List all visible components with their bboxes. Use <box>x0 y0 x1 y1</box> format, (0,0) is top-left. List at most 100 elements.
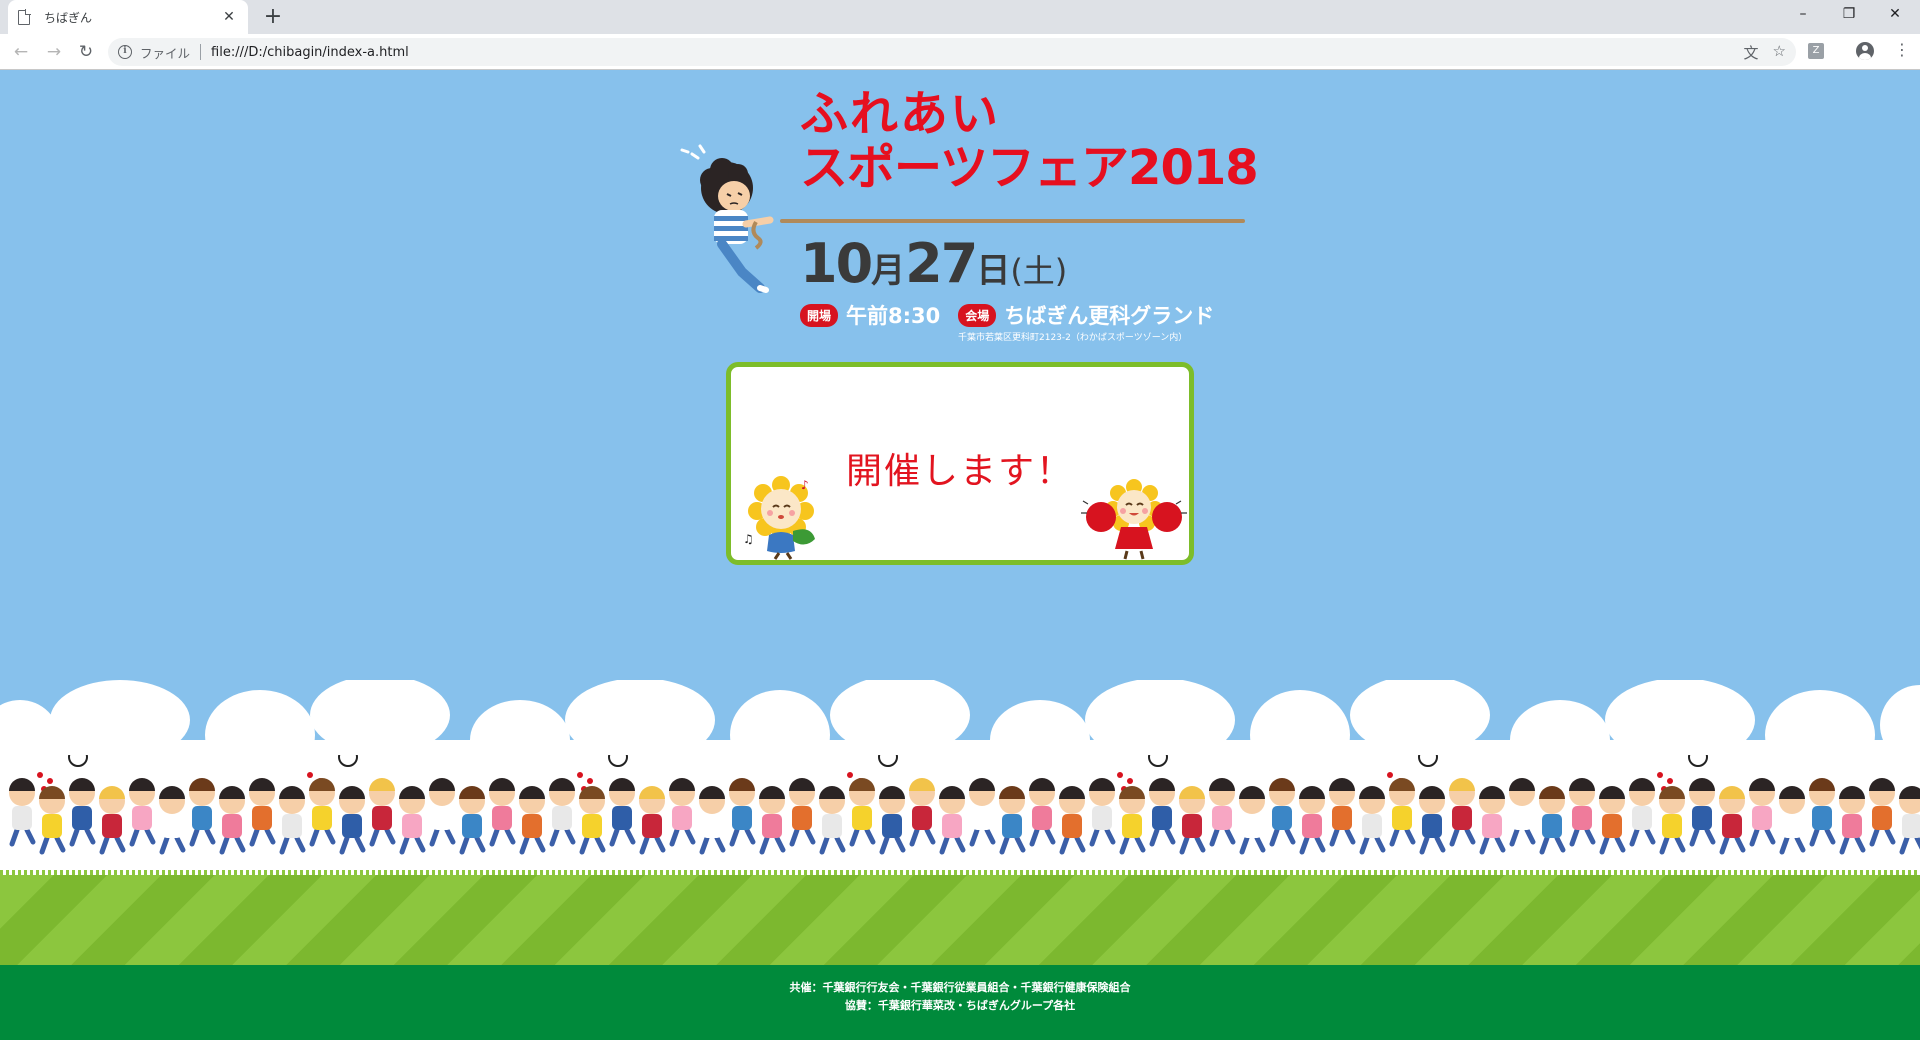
running-kid <box>39 786 66 855</box>
confetti-dot <box>1117 772 1123 778</box>
date-month-unit: 月 <box>871 251 906 291</box>
open-badge: 開場 <box>800 303 839 327</box>
soccer-ball-icon <box>608 755 628 767</box>
forward-button[interactable]: → <box>42 40 66 64</box>
running-kid <box>1689 778 1716 847</box>
running-kid <box>1239 786 1266 855</box>
running-kid <box>1839 786 1866 855</box>
running-kid <box>1029 778 1056 847</box>
reload-button[interactable]: ↻ <box>74 40 98 64</box>
page-footer: 共催：千葉銀行行友会・千葉銀行従業員組合・千葉銀行健康保険組合 協賛：千葉銀行華… <box>0 965 1920 1040</box>
running-kid <box>1149 778 1176 847</box>
date-day: 27 <box>905 232 978 295</box>
running-kid <box>939 786 966 855</box>
running-kid <box>1179 786 1206 855</box>
confetti-dot <box>1387 772 1393 778</box>
close-window-button[interactable]: ✕ <box>1872 0 1918 30</box>
running-kid <box>219 786 246 855</box>
kebab-menu-icon[interactable]: ⋮ <box>1894 40 1910 60</box>
confetti-dot <box>47 778 53 784</box>
event-date: 10月27日(土) <box>800 232 1067 295</box>
sunflower-mascot-singing: ♪ ♫ <box>743 476 815 560</box>
running-kid <box>1509 778 1536 847</box>
soccer-ball-icon <box>1688 755 1708 767</box>
running-kid <box>399 786 426 855</box>
running-kid <box>339 786 366 855</box>
footer-cosponsors: 共催：千葉銀行行友会・千葉銀行従業員組合・千葉銀行健康保険組合 <box>789 981 1131 994</box>
svg-text:♪: ♪ <box>801 478 809 492</box>
running-kid <box>519 786 546 855</box>
venue-name: ちばぎん更科グランド <box>1004 304 1215 328</box>
tug-of-war-boy-illustration <box>680 144 774 293</box>
soccer-ball-icon <box>878 755 898 767</box>
running-kid <box>819 786 846 855</box>
event-title-logo: ふれあい スポーツフェア2018 <box>800 90 1259 196</box>
running-kid <box>909 778 936 847</box>
running-kid <box>159 786 186 855</box>
running-kid <box>1749 778 1776 847</box>
tab-close-icon[interactable]: ✕ <box>220 9 238 25</box>
grass-field <box>0 875 1920 965</box>
date-weekday: (土) <box>1010 252 1068 290</box>
confetti-dot <box>307 772 313 778</box>
running-kid <box>1659 786 1686 855</box>
running-kid <box>669 778 696 847</box>
running-kid <box>189 778 216 847</box>
running-kid <box>459 786 486 855</box>
running-kid <box>1419 786 1446 855</box>
maximize-button[interactable]: ❐ <box>1826 0 1872 30</box>
svg-text:♫: ♫ <box>743 532 754 546</box>
running-kid <box>1119 786 1146 855</box>
running-kid <box>1059 786 1086 855</box>
running-kid <box>1299 786 1326 855</box>
tab-title: ちばぎん <box>44 10 93 25</box>
soccer-ball-icon <box>1148 755 1168 767</box>
running-kid <box>1629 778 1656 847</box>
title-line-2: スポーツフェア2018 <box>800 140 1259 196</box>
address-bar[interactable]: i ファイル file:///D:/chibagin/index-a.html … <box>108 38 1796 66</box>
running-kid <box>309 778 336 847</box>
running-kid <box>849 778 876 847</box>
confetti-dot <box>847 772 853 778</box>
soccer-ball-icon <box>338 755 358 767</box>
running-kid <box>129 778 156 847</box>
star-icon[interactable]: ☆ <box>1773 42 1786 63</box>
new-tab-button[interactable]: + <box>260 5 286 31</box>
running-kid <box>999 786 1026 855</box>
venue-badge: 会場 <box>958 303 997 327</box>
sunflower-mascot-cheerleader <box>1081 479 1187 560</box>
extension-icon[interactable]: Z <box>1808 43 1824 59</box>
translate-icon[interactable]: 文 <box>1744 42 1759 63</box>
running-kid <box>789 778 816 847</box>
running-kid <box>369 778 396 847</box>
running-kid <box>1809 778 1836 847</box>
info-icon[interactable]: i <box>118 45 132 59</box>
back-button[interactable]: ← <box>9 40 33 64</box>
running-kid <box>609 778 636 847</box>
date-day-unit: 日 <box>976 251 1011 291</box>
page-icon <box>18 9 31 25</box>
soccer-ball-icon <box>1418 755 1438 767</box>
url-text[interactable]: file:///D:/chibagin/index-a.html <box>211 45 409 60</box>
running-kid <box>1719 786 1746 855</box>
running-kid <box>1359 786 1386 855</box>
running-kid <box>99 786 126 855</box>
origin-label: ファイル <box>140 45 191 61</box>
running-kid <box>279 786 306 855</box>
minimize-button[interactable]: – <box>1780 0 1826 30</box>
page-viewport: ふれあい スポーツフェア2018 10月27日(土) 開場 午前8:30 会場 … <box>0 70 1920 1040</box>
running-kid <box>639 786 666 855</box>
running-kid <box>1209 778 1236 847</box>
running-kids-illustration <box>9 755 1920 855</box>
confetti-dot <box>1657 772 1663 778</box>
running-kid <box>429 778 456 847</box>
running-kid <box>69 778 96 847</box>
running-kid <box>1089 778 1116 847</box>
account-icon[interactable] <box>1856 42 1874 60</box>
running-kid <box>1449 778 1476 847</box>
footer-supporters: 協賛：千葉銀行華菜改・ちばぎんグループ各社 <box>844 999 1076 1012</box>
running-kid <box>9 778 36 847</box>
tab-strip: ちばぎん ✕ + – ❐ ✕ <box>0 0 1920 34</box>
event-info-row: 開場 午前8:30 会場 ちばぎん更科グランド <box>800 300 1232 330</box>
tab-active[interactable]: ちばぎん ✕ <box>8 0 248 34</box>
